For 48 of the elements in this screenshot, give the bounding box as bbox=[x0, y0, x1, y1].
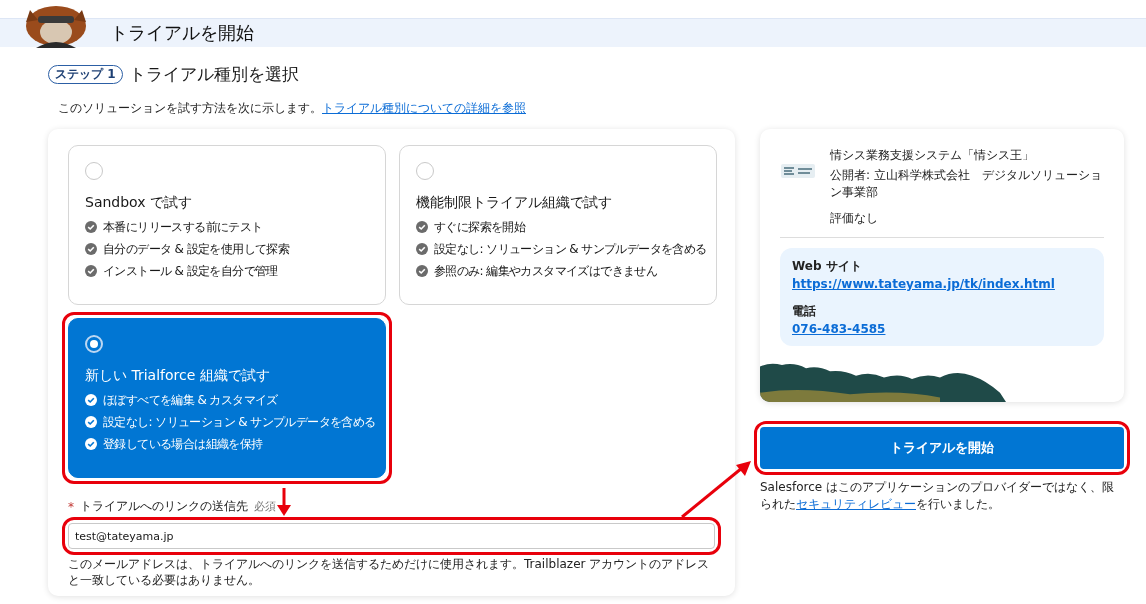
start-trial-button[interactable]: トライアルを開始 bbox=[760, 427, 1124, 469]
step-title: トライアル種別を選択 bbox=[128, 63, 299, 86]
required-text: 必須 bbox=[254, 499, 276, 514]
security-review-link[interactable]: セキュリティレビュー bbox=[796, 496, 916, 511]
required-mark: * bbox=[68, 499, 74, 514]
page-title: トライアルを開始 bbox=[110, 21, 254, 45]
feature-text: 設定なし: ソリューション & サンプルデータを含める bbox=[103, 413, 376, 431]
disclaimer-text: Salesforce はこのアプリケーションのプロバイダーではなく、限られたセキュリティレビューを行いました。 bbox=[760, 479, 1115, 513]
check-icon bbox=[416, 221, 428, 233]
phone-label: 電話 bbox=[792, 303, 817, 320]
help-text: このメールアドレスは、トライアルへのリンクを送信するためだけに使用されます。Trailblazer アカウントのアドレスと一致している必要はありません。 bbox=[68, 557, 711, 589]
check-icon bbox=[85, 221, 97, 233]
radio-button[interactable] bbox=[85, 162, 103, 180]
feature-text: インストール & 設定を自分で管理 bbox=[103, 262, 278, 280]
website-label: Web サイト bbox=[792, 258, 863, 275]
feature-text: ほぼすべてを編集 & カスタマイズ bbox=[103, 391, 278, 409]
rating-text: 評価なし bbox=[830, 210, 879, 227]
feature-text: 参照のみ: 編集やカスタマイズはできません bbox=[434, 262, 658, 280]
feature-text: 登録している場合は組織を保持 bbox=[103, 435, 263, 453]
option-title: 新しい Trialforce 組織で試す bbox=[85, 367, 271, 385]
option-title: 機能制限トライアル組織で試す bbox=[416, 194, 613, 212]
phone-link[interactable]: 076-483-4585 bbox=[792, 322, 886, 336]
trial-option-card[interactable]: 機能制限トライアル組織で試す すぐに探索を開始 設定なし: ソリューション & サンプルデータを含める 参照のみ: 編集やカスタマイズはできません bbox=[399, 145, 717, 305]
app-name: 情シス業務支援システム「情シス王」 bbox=[830, 147, 1035, 164]
check-icon bbox=[416, 243, 428, 255]
check-icon bbox=[85, 394, 97, 406]
email-input-field[interactable]: test@tateyama.jp bbox=[68, 523, 715, 549]
option-title: Sandbox で試す bbox=[85, 194, 193, 212]
website-link[interactable]: https://www.tateyama.jp/tk/index.html bbox=[792, 277, 1055, 291]
details-link[interactable]: トライアル種別についての詳細を参照 bbox=[322, 101, 526, 115]
check-icon bbox=[85, 265, 97, 277]
radio-button[interactable] bbox=[85, 335, 103, 353]
check-icon bbox=[85, 243, 97, 255]
feature-text: 本番にリリースする前にテスト bbox=[103, 218, 263, 236]
intro-text: このソリューションを試す方法を次に示します。トライアル種別についての詳細を参照 bbox=[58, 100, 527, 117]
field-label: トライアルへのリンクの送信先 bbox=[80, 498, 248, 515]
check-icon bbox=[416, 265, 428, 277]
radio-button[interactable] bbox=[416, 162, 434, 180]
trial-option-card[interactable]: Sandbox で試す 本番にリリースする前にテスト 自分のデータ & 設定を使用して探索 インストール & 設定を自分で管理 bbox=[68, 145, 386, 305]
feature-text: 設定なし: ソリューション & サンプルデータを含める bbox=[434, 240, 707, 258]
check-icon bbox=[85, 416, 97, 428]
publisher-text: 公開者: 立山科学株式会社 デジタルソリューション事業部 bbox=[830, 167, 1103, 201]
trial-option-card[interactable]: 新しい Trialforce 組織で試す ほぼすべてを編集 & カスタマイズ 設定なし: ソリューション & サンプルデータを含める 登録している場合は組織を保持 bbox=[68, 318, 386, 478]
annotation-arrow bbox=[277, 488, 291, 516]
check-icon bbox=[85, 438, 97, 450]
feature-text: すぐに探索を開始 bbox=[434, 218, 526, 236]
feature-text: 自分のデータ & 設定を使用して探索 bbox=[103, 240, 290, 258]
logo-icon bbox=[780, 161, 816, 181]
